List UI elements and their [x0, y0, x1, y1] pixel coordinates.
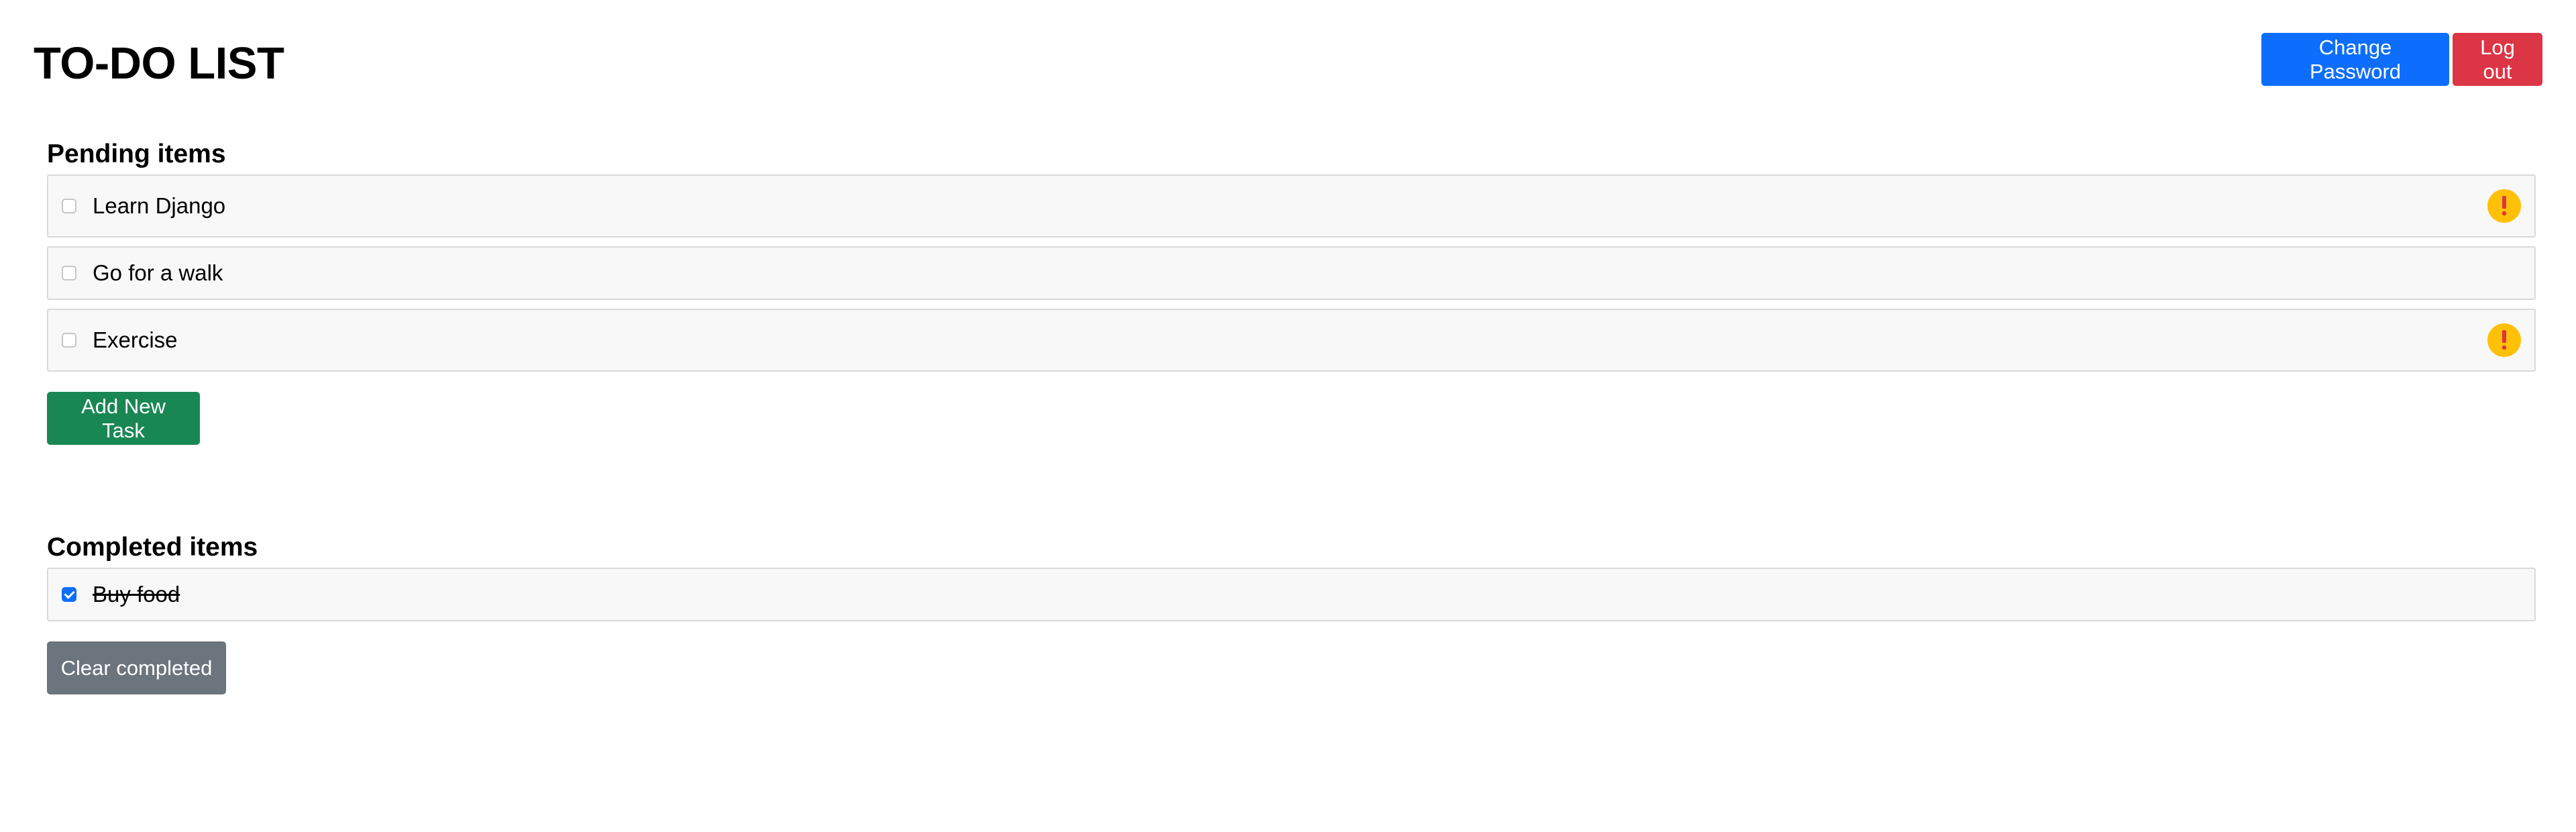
- task-checkbox[interactable]: [62, 199, 76, 213]
- change-password-button[interactable]: Change Password: [2261, 33, 2449, 86]
- task-label: Exercise: [93, 327, 178, 352]
- exclamation-icon: [2487, 323, 2521, 357]
- completed-heading: Completed items: [47, 533, 258, 562]
- pending-heading: Pending items: [47, 140, 226, 168]
- task-item: Go for a walk: [47, 246, 2536, 300]
- task-checkbox[interactable]: [62, 266, 76, 280]
- task-item: Buy food: [47, 568, 2536, 621]
- task-label: Go for a walk: [93, 260, 223, 285]
- task-item: Learn Django: [47, 174, 2536, 238]
- logout-button[interactable]: Log out: [2453, 33, 2542, 86]
- add-task-button[interactable]: Add New Task: [47, 392, 200, 445]
- app-header: TO-DO LIST Change Password Log out: [0, 0, 2576, 107]
- task-item: Exercise: [47, 309, 2536, 372]
- header-actions: Change Password Log out: [2261, 33, 2542, 86]
- exclamation-icon: [2487, 189, 2521, 223]
- todo-page: TO-DO LIST Change Password Log out Pendi…: [0, 0, 2576, 832]
- page-title: TO-DO LIST: [34, 38, 284, 89]
- task-label: Buy food: [93, 582, 180, 607]
- completed-list: Buy food: [47, 568, 2536, 621]
- clear-completed-button[interactable]: Clear completed: [47, 641, 226, 694]
- completed-section: Completed items Buy food Clear completed: [47, 527, 2536, 694]
- pending-list: Learn Django Go for a walk Exercise: [47, 174, 2536, 372]
- task-checkbox[interactable]: [62, 333, 76, 348]
- task-label: Learn Django: [93, 193, 226, 218]
- pending-section: Pending items Learn Django Go for a walk…: [47, 134, 2536, 445]
- task-checkbox-checked[interactable]: [62, 587, 76, 602]
